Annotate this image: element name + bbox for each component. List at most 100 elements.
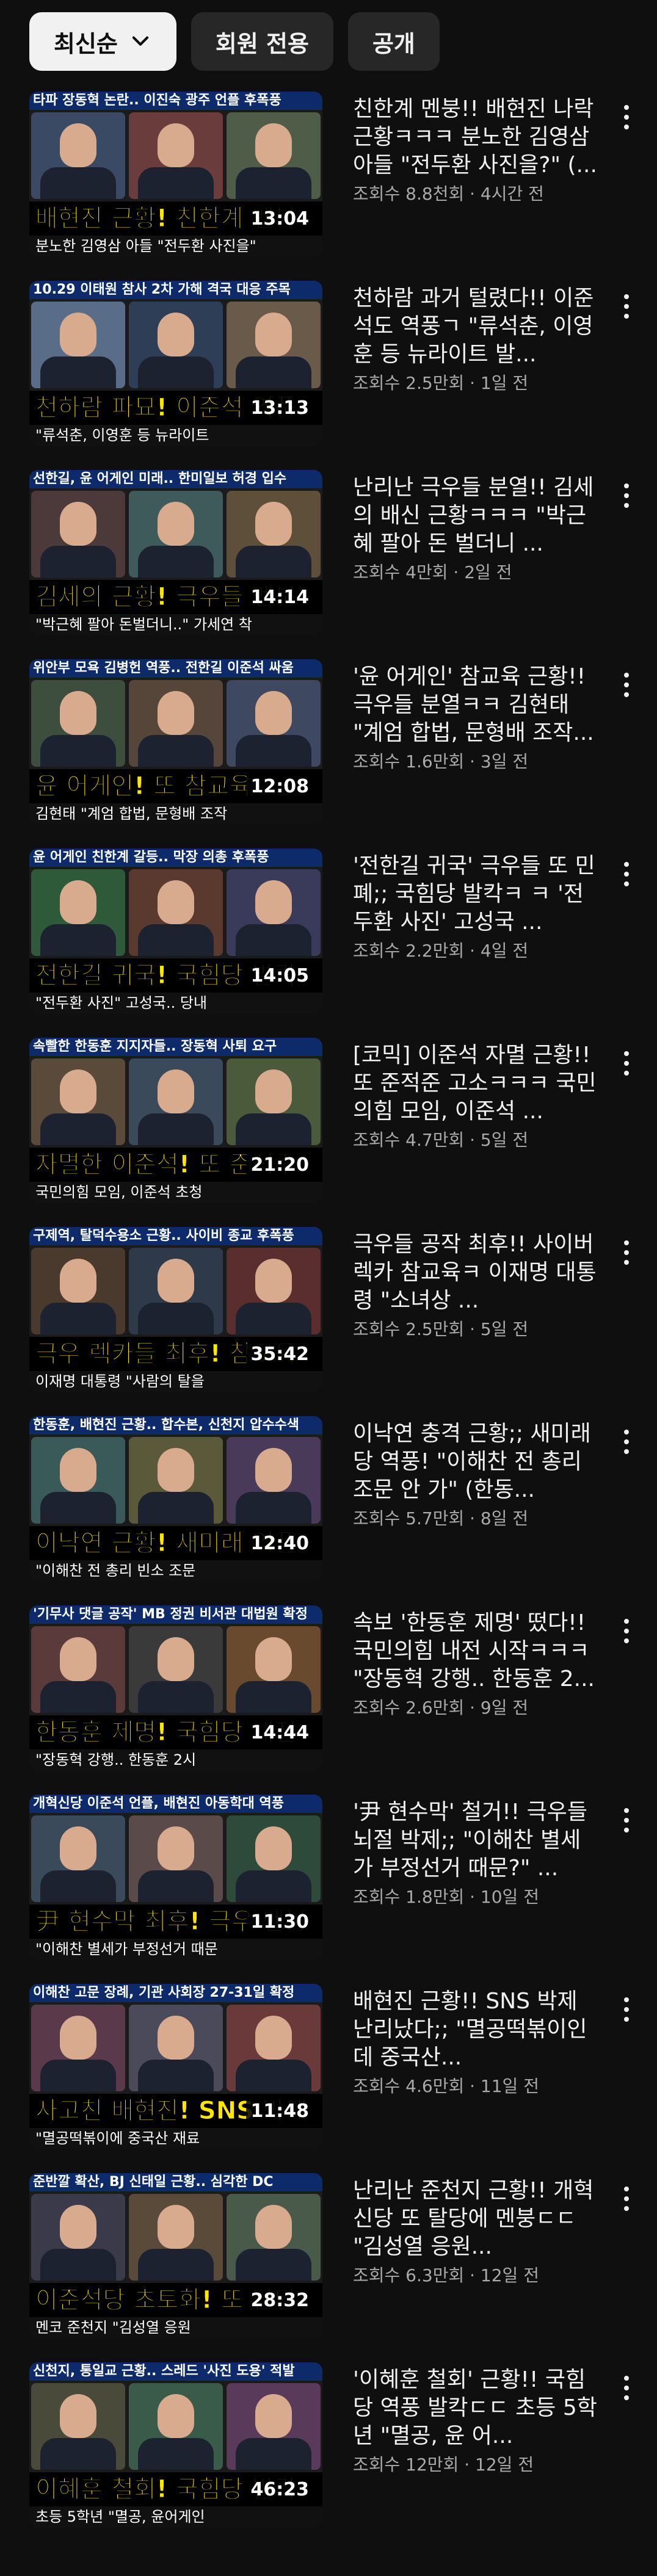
- video-title[interactable]: 극우들 공작 최후!! 사이버 렉카 참교육ㅋ 이재명 대통령 "소녀상 ...: [353, 1231, 597, 1315]
- duration-badge: 14:14: [245, 585, 314, 609]
- video-title[interactable]: '전한길 귀국' 극우들 또 민폐;; 국힘당 발칵ㅋ ㅋ '전두환 사진' 고…: [353, 852, 597, 936]
- thumbnail-headline: 타파 장동혁 논란.. 이진숙 광주 언플 후폭풍: [29, 92, 322, 110]
- thumbnail-subcaption: "이해찬 전 총리 빈소 조문: [29, 1560, 322, 1581]
- video-item[interactable]: 윤 어게인 친한계 갈등.. 막장 의총 후폭풍 전한길 귀국! 국힘당 발칵 "전…: [0, 848, 657, 1038]
- video-item[interactable]: 개혁신당 이준석 언플, 배현진 아동학대 역풍 尹 현수막 최후! 극우 멘붕 "…: [0, 1795, 657, 1984]
- video-item[interactable]: 한동훈, 배현진 근황.. 합수본, 신천지 압수수색 이낙연 근황! 새미래 역…: [0, 1416, 657, 1605]
- thumbnail-subcaption: "장동혁 강행.. 한동훈 2시: [29, 1749, 322, 1770]
- duration-badge: 35:42: [245, 1342, 314, 1366]
- thumbnail-subcaption: "전두환 사진" 고성국.. 당내: [29, 993, 322, 1013]
- duration-badge: 46:23: [245, 2478, 314, 2502]
- video-item[interactable]: 준반깔 확산, BJ 신태일 근황.. 심각한 DC 이준석당 초토화! 또 탈당…: [0, 2173, 657, 2362]
- more-vert-icon[interactable]: [614, 856, 639, 892]
- video-meta: 조회수 6.3만회 · 12일 전: [353, 2265, 539, 2285]
- thumbnail-image: [29, 678, 322, 769]
- chip-public[interactable]: 공개: [347, 12, 440, 71]
- chip-members-only[interactable]: 회원 전용: [191, 12, 333, 71]
- video-thumbnail[interactable]: 속빨한 한동훈 지지자들.. 장동혁 사퇴 요구 자멸한 이준석! 또 준적주 국민…: [29, 1038, 322, 1203]
- video-title[interactable]: '尹 현수막' 철거!! 극우들 뇌절 박제;; "이해찬 별세가 부정선거 때…: [353, 1798, 597, 1883]
- more-vert-icon[interactable]: [614, 1613, 639, 1649]
- more-vert-icon[interactable]: [614, 99, 639, 136]
- video-item[interactable]: 선한길, 윤 어게인 미래.. 한미일보 허경 입수 김세의 근황! 극우들 멘붕…: [0, 470, 657, 659]
- thumbnail-subcaption: 이재명 대통령 "사람의 탈을: [29, 1371, 322, 1392]
- thumbnail-headline: 신천지, 통일교 근황.. 스레드 '사진 도용' 적발: [29, 2362, 322, 2381]
- more-vert-icon[interactable]: [614, 1234, 639, 1271]
- video-thumbnail[interactable]: 구제역, 탈덕수용소 근황.. 사이비 종교 후폭풍 극우 렉카들 최후! 참교육…: [29, 1227, 322, 1392]
- video-info: 속보 '한동훈 제명' 떴다!! 국민의힘 내전 시작ㅋㅋㅋ "장동혁 강행..…: [353, 1609, 597, 1720]
- thumbnail-headline: '기무사 댓글 공작' MB 정권 비서관 대법원 확정: [29, 1605, 322, 1624]
- video-thumbnail[interactable]: 준반깔 확산, BJ 신태일 근황.. 심각한 DC 이준석당 초토화! 또 탈당…: [29, 2173, 322, 2338]
- thumbnail-headline: 위안부 모욕 김병헌 역풍.. 전한길 이준석 싸움: [29, 659, 322, 678]
- duration-badge: 12:08: [245, 775, 314, 798]
- video-title[interactable]: 배현진 근황!! SNS 박제 난리났다;; "멸공떡볶이인데 중국산...: [353, 1988, 597, 2072]
- video-title[interactable]: 난리난 극우들 분열!! 김세의 배신 근황ㅋㅋㅋ "박근혜 팔아 돈 벌더니 …: [353, 474, 597, 558]
- video-item[interactable]: 신천지, 통일교 근황.. 스레드 '사진 도용' 적발 이혜훈 철회! 국힘당 …: [0, 2362, 657, 2552]
- chip-label: 회원 전용: [215, 30, 309, 57]
- thumbnail-image: [29, 2381, 322, 2472]
- video-thumbnail[interactable]: '기무사 댓글 공작' MB 정권 비서관 대법원 확정 한동훈 제명! 국힘당 …: [29, 1605, 322, 1770]
- video-meta: 조회수 1.6만회 · 3일 전: [353, 751, 529, 772]
- thumbnail-headline: 구제역, 탈덕수용소 근황.. 사이비 종교 후폭풍: [29, 1227, 322, 1245]
- more-vert-icon[interactable]: [614, 477, 639, 514]
- more-vert-icon[interactable]: [614, 667, 639, 703]
- thumbnail-image: [29, 2191, 322, 2283]
- video-meta: 조회수 1.8만회 · 10일 전: [353, 1887, 539, 1907]
- thumbnail-headline: 속빨한 한동훈 지지자들.. 장동혁 사퇴 요구: [29, 1038, 322, 1056]
- video-info: '윤 어게인' 참교육 근황!! 극우들 분열ㅋㅋ 김현태 "계엄 합법, 문형…: [353, 663, 597, 774]
- thumbnail-subcaption: 김현태 "계엄 합법, 문형배 조작: [29, 803, 322, 824]
- more-vert-icon[interactable]: [614, 1991, 639, 2028]
- video-title[interactable]: '이혜훈 철회' 근황!! 국힘당 역풍 발칵ㄷㄷ 초등 5학년 "멸공, 윤 …: [353, 2366, 597, 2450]
- thumbnail-image: [29, 110, 322, 201]
- thumbnail-subcaption: "류석춘, 이영훈 등 뉴라이트: [29, 425, 322, 446]
- video-thumbnail[interactable]: 10.29 이태원 참사 2차 가해 격국 대응 주목 천하람 파묘! 이준석 역…: [29, 281, 322, 446]
- video-item[interactable]: 10.29 이태원 참사 2차 가해 격국 대응 주목 천하람 파묘! 이준석 역…: [0, 281, 657, 470]
- video-thumbnail[interactable]: 신천지, 통일교 근황.. 스레드 '사진 도용' 적발 이혜훈 철회! 국힘당 …: [29, 2362, 322, 2527]
- more-vert-icon[interactable]: [614, 2180, 639, 2217]
- thumbnail-image: [29, 1813, 322, 1905]
- video-thumbnail[interactable]: 위안부 모욕 김병헌 역풍.. 전한길 이준석 싸움 윤 어게인! 또 참교육 김현…: [29, 659, 322, 824]
- video-title[interactable]: '윤 어게인' 참교육 근황!! 극우들 분열ㅋㅋ 김현태 "계엄 합법, 문형…: [353, 663, 597, 747]
- duration-badge: 11:48: [245, 2099, 314, 2123]
- video-title[interactable]: 천하람 과거 털렸다!! 이준석도 역풍ㄱ "류석춘, 이영훈 등 뉴라이트 발…: [353, 284, 597, 369]
- video-info: 천하람 과거 털렸다!! 이준석도 역풍ㄱ "류석춘, 이영훈 등 뉴라이트 발…: [353, 284, 597, 396]
- video-meta: 조회수 2.5만회 · 1일 전: [353, 373, 529, 393]
- duration-badge: 14:44: [245, 1721, 314, 1745]
- video-item[interactable]: 타파 장동혁 논란.. 이진숙 광주 언플 후폭풍 배현진 근황! 친한계 멘붕 분…: [0, 92, 657, 281]
- duration-badge: 13:04: [245, 207, 314, 231]
- more-vert-icon[interactable]: [614, 1045, 639, 1082]
- chevron-down-icon: [132, 36, 149, 46]
- video-meta: 조회수 4만회 · 2일 전: [353, 562, 512, 582]
- duration-badge: 21:20: [245, 1153, 314, 1177]
- video-thumbnail[interactable]: 윤 어게인 친한계 갈등.. 막장 의총 후폭풍 전한길 귀국! 국힘당 발칵 "전…: [29, 848, 322, 1013]
- chip-latest[interactable]: 최신순: [29, 12, 176, 71]
- thumbnail-image: [29, 299, 322, 391]
- video-item[interactable]: 속빨한 한동훈 지지자들.. 장동혁 사퇴 요구 자멸한 이준석! 또 준적주 국민…: [0, 1038, 657, 1227]
- thumbnail-image: [29, 1435, 322, 1526]
- video-info: '尹 현수막' 철거!! 극우들 뇌절 박제;; "이해찬 별세가 부정선거 때…: [353, 1798, 597, 1909]
- more-vert-icon[interactable]: [614, 1424, 639, 1460]
- video-thumbnail[interactable]: 타파 장동혁 논란.. 이진숙 광주 언플 후폭풍 배현진 근황! 친한계 멘붕 분…: [29, 92, 322, 256]
- video-thumbnail[interactable]: 개혁신당 이준석 언플, 배현진 아동학대 역풍 尹 현수막 최후! 극우 멘붕 "…: [29, 1795, 322, 1959]
- video-info: 극우들 공작 최후!! 사이버 렉카 참교육ㅋ 이재명 대통령 "소녀상 ...…: [353, 1231, 597, 1342]
- video-item[interactable]: 구제역, 탈덕수용소 근황.. 사이비 종교 후폭풍 극우 렉카들 최후! 참교육…: [0, 1227, 657, 1416]
- video-item[interactable]: 위안부 모욕 김병헌 역풍.. 전한길 이준석 싸움 윤 어게인! 또 참교육 김현…: [0, 659, 657, 848]
- more-vert-icon[interactable]: [614, 288, 639, 325]
- more-vert-icon[interactable]: [614, 2370, 639, 2406]
- video-item[interactable]: '기무사 댓글 공작' MB 정권 비서관 대법원 확정 한동훈 제명! 국힘당 …: [0, 1605, 657, 1795]
- more-vert-icon[interactable]: [614, 1802, 639, 1839]
- video-thumbnail[interactable]: 이해찬 고문 장례, 기관 사회장 27-31일 확정 사고친 배현진! SNS …: [29, 1984, 322, 2149]
- video-item[interactable]: 이해찬 고문 장례, 기관 사회장 27-31일 확정 사고친 배현진! SNS …: [0, 1984, 657, 2173]
- video-thumbnail[interactable]: 한동훈, 배현진 근황.. 합수본, 신천지 압수수색 이낙연 근황! 새미래 역…: [29, 1416, 322, 1581]
- video-title[interactable]: 친한계 멘붕!! 배현진 나락 근황ㅋㅋㅋ 분노한 김영삼 아들 "전두환 사진…: [353, 95, 597, 179]
- video-title[interactable]: 속보 '한동훈 제명' 떴다!! 국민의힘 내전 시작ㅋㅋㅋ "장동혁 강행..…: [353, 1609, 597, 1693]
- video-thumbnail[interactable]: 선한길, 윤 어게인 미래.. 한미일보 허경 입수 김세의 근황! 극우들 멘붕…: [29, 470, 322, 635]
- video-title[interactable]: [코믹] 이준석 자멸 근황!! 또 준적준 고소ㅋㅋㅋ 국민의힘 모임, 이준…: [353, 1041, 597, 1126]
- thumbnail-headline: 한동훈, 배현진 근황.. 합수본, 신천지 압수수색: [29, 1416, 322, 1435]
- video-info: 배현진 근황!! SNS 박제 난리났다;; "멸공떡볶이인데 중국산... 조회…: [353, 1988, 597, 2099]
- thumbnail-subcaption: 국민의힘 모임, 이준석 초청: [29, 1182, 322, 1203]
- video-meta: 조회수 8.8천회 · 4시간 전: [353, 184, 544, 204]
- video-meta: 조회수 4.7만회 · 5일 전: [353, 1130, 529, 1150]
- video-title[interactable]: 난리난 준천지 근황!! 개혁신당 또 탈당에 멘붕ㄷㄷ "김성열 응원...: [353, 2177, 597, 2261]
- video-title[interactable]: 이낙연 충격 근황;; 새미래당 역풍! "이해찬 전 총리 조문 안 가" (…: [353, 1420, 597, 1504]
- thumbnail-image: [29, 488, 322, 580]
